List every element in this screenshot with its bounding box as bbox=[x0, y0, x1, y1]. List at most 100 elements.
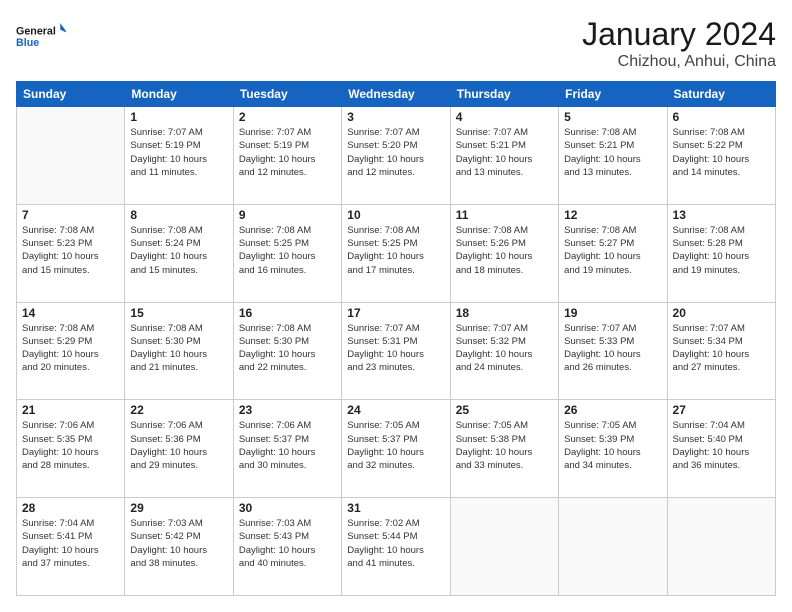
logo-svg: General Blue bbox=[16, 16, 66, 56]
day-info: Sunrise: 7:06 AMSunset: 5:37 PMDaylight:… bbox=[239, 419, 336, 472]
day-number: 16 bbox=[239, 306, 336, 320]
day-number: 27 bbox=[673, 403, 770, 417]
day-cell: 21 Sunrise: 7:06 AMSunset: 5:35 PMDayligh… bbox=[17, 400, 125, 498]
day-cell: 9Sunrise: 7:08 AMSunset: 5:25 PMDaylight… bbox=[233, 204, 341, 302]
week-row-3: 14 Sunrise: 7:08 AMSunset: 5:29 PMDayligh… bbox=[17, 302, 776, 400]
day-cell: 3 Sunrise: 7:07 AMSunset: 5:20 PMDaylight… bbox=[342, 107, 450, 205]
day-info: Sunrise: 7:03 AMSunset: 5:42 PMDaylight:… bbox=[130, 517, 227, 570]
day-number: 30 bbox=[239, 501, 336, 515]
day-number: 20 bbox=[673, 306, 770, 320]
day-cell: 26 Sunrise: 7:05 AMSunset: 5:39 PMDayligh… bbox=[559, 400, 667, 498]
day-cell: 4Sunrise: 7:07 AMSunset: 5:21 PMDaylight… bbox=[450, 107, 558, 205]
day-info: Sunrise: 7:08 AMSunset: 5:28 PMDaylight:… bbox=[673, 224, 770, 277]
day-info: Sunrise: 7:07 AMSunset: 5:21 PMDaylight:… bbox=[456, 126, 553, 179]
day-info: Sunrise: 7:06 AMSunset: 5:35 PMDaylight:… bbox=[22, 419, 119, 472]
calendar-table: SundayMondayTuesdayWednesdayThursdayFrid… bbox=[16, 81, 776, 596]
day-info: Sunrise: 7:08 AMSunset: 5:26 PMDaylight:… bbox=[456, 224, 553, 277]
day-number: 25 bbox=[456, 403, 553, 417]
day-number: 7 bbox=[22, 208, 119, 222]
day-number: 17 bbox=[347, 306, 444, 320]
logo-blue: Blue bbox=[16, 37, 39, 49]
calendar-body: 1 Sunrise: 7:07 AMSunset: 5:19 PMDaylight… bbox=[17, 107, 776, 596]
week-row-2: 7 Sunrise: 7:08 AMSunset: 5:23 PMDaylight… bbox=[17, 204, 776, 302]
day-info: Sunrise: 7:05 AMSunset: 5:38 PMDaylight:… bbox=[456, 419, 553, 472]
calendar-header-row: SundayMondayTuesdayWednesdayThursdayFrid… bbox=[17, 82, 776, 107]
col-header-sunday: Sunday bbox=[17, 82, 125, 107]
day-number: 31 bbox=[347, 501, 444, 515]
day-info: Sunrise: 7:08 AMSunset: 5:30 PMDaylight:… bbox=[239, 322, 336, 375]
day-cell: 8Sunrise: 7:08 AMSunset: 5:24 PMDaylight… bbox=[125, 204, 233, 302]
day-info: Sunrise: 7:07 AMSunset: 5:19 PMDaylight:… bbox=[239, 126, 336, 179]
day-number: 19 bbox=[564, 306, 661, 320]
day-info: Sunrise: 7:08 AMSunset: 5:23 PMDaylight:… bbox=[22, 224, 119, 277]
day-number: 24 bbox=[347, 403, 444, 417]
col-header-wednesday: Wednesday bbox=[342, 82, 450, 107]
page: General Blue January 2024 Chizhou, Anhui… bbox=[0, 0, 792, 612]
day-cell bbox=[17, 107, 125, 205]
calendar-subtitle: Chizhou, Anhui, China bbox=[582, 53, 776, 71]
day-cell: 13 Sunrise: 7:08 AMSunset: 5:28 PMDayligh… bbox=[667, 204, 775, 302]
day-number: 15 bbox=[130, 306, 227, 320]
header: General Blue January 2024 Chizhou, Anhui… bbox=[16, 16, 776, 71]
day-info: Sunrise: 7:04 AMSunset: 5:40 PMDaylight:… bbox=[673, 419, 770, 472]
day-info: Sunrise: 7:08 AMSunset: 5:25 PMDaylight:… bbox=[347, 224, 444, 277]
day-info: Sunrise: 7:07 AMSunset: 5:34 PMDaylight:… bbox=[673, 322, 770, 375]
day-number: 22 bbox=[130, 403, 227, 417]
day-info: Sunrise: 7:08 AMSunset: 5:29 PMDaylight:… bbox=[22, 322, 119, 375]
day-info: Sunrise: 7:07 AMSunset: 5:32 PMDaylight:… bbox=[456, 322, 553, 375]
day-number: 11 bbox=[456, 208, 553, 222]
day-number: 10 bbox=[347, 208, 444, 222]
day-cell: 7 Sunrise: 7:08 AMSunset: 5:23 PMDaylight… bbox=[17, 204, 125, 302]
day-number: 29 bbox=[130, 501, 227, 515]
day-info: Sunrise: 7:05 AMSunset: 5:39 PMDaylight:… bbox=[564, 419, 661, 472]
day-number: 5 bbox=[564, 110, 661, 124]
day-info: Sunrise: 7:07 AMSunset: 5:33 PMDaylight:… bbox=[564, 322, 661, 375]
col-header-friday: Friday bbox=[559, 82, 667, 107]
logo-arrow bbox=[60, 23, 66, 33]
col-header-monday: Monday bbox=[125, 82, 233, 107]
day-info: Sunrise: 7:04 AMSunset: 5:41 PMDaylight:… bbox=[22, 517, 119, 570]
day-cell: 31 Sunrise: 7:02 AMSunset: 5:44 PMDayligh… bbox=[342, 498, 450, 596]
title-block: January 2024 Chizhou, Anhui, China bbox=[582, 16, 776, 71]
day-info: Sunrise: 7:02 AMSunset: 5:44 PMDaylight:… bbox=[347, 517, 444, 570]
day-number: 6 bbox=[673, 110, 770, 124]
day-info: Sunrise: 7:07 AMSunset: 5:20 PMDaylight:… bbox=[347, 126, 444, 179]
week-row-1: 1 Sunrise: 7:07 AMSunset: 5:19 PMDaylight… bbox=[17, 107, 776, 205]
week-row-4: 21 Sunrise: 7:06 AMSunset: 5:35 PMDayligh… bbox=[17, 400, 776, 498]
day-info: Sunrise: 7:07 AMSunset: 5:19 PMDaylight:… bbox=[130, 126, 227, 179]
day-cell: 25 Sunrise: 7:05 AMSunset: 5:38 PMDayligh… bbox=[450, 400, 558, 498]
day-number: 23 bbox=[239, 403, 336, 417]
day-info: Sunrise: 7:08 AMSunset: 5:30 PMDaylight:… bbox=[130, 322, 227, 375]
day-cell: 1 Sunrise: 7:07 AMSunset: 5:19 PMDaylight… bbox=[125, 107, 233, 205]
day-number: 12 bbox=[564, 208, 661, 222]
day-number: 3 bbox=[347, 110, 444, 124]
logo-general: General bbox=[16, 26, 56, 38]
week-row-5: 28 Sunrise: 7:04 AMSunset: 5:41 PMDayligh… bbox=[17, 498, 776, 596]
day-number: 1 bbox=[130, 110, 227, 124]
day-cell: 27 Sunrise: 7:04 AMSunset: 5:40 PMDayligh… bbox=[667, 400, 775, 498]
col-header-thursday: Thursday bbox=[450, 82, 558, 107]
calendar-title: January 2024 bbox=[582, 16, 776, 53]
day-number: 9 bbox=[239, 208, 336, 222]
day-number: 8 bbox=[130, 208, 227, 222]
day-number: 13 bbox=[673, 208, 770, 222]
day-info: Sunrise: 7:05 AMSunset: 5:37 PMDaylight:… bbox=[347, 419, 444, 472]
day-cell: 22Sunrise: 7:06 AMSunset: 5:36 PMDayligh… bbox=[125, 400, 233, 498]
day-info: Sunrise: 7:07 AMSunset: 5:31 PMDaylight:… bbox=[347, 322, 444, 375]
day-number: 14 bbox=[22, 306, 119, 320]
day-number: 18 bbox=[456, 306, 553, 320]
day-cell: 14 Sunrise: 7:08 AMSunset: 5:29 PMDayligh… bbox=[17, 302, 125, 400]
day-cell: 2Sunrise: 7:07 AMSunset: 5:19 PMDaylight… bbox=[233, 107, 341, 205]
logo: General Blue bbox=[16, 16, 66, 56]
day-cell: 24 Sunrise: 7:05 AMSunset: 5:37 PMDayligh… bbox=[342, 400, 450, 498]
day-cell: 18 Sunrise: 7:07 AMSunset: 5:32 PMDayligh… bbox=[450, 302, 558, 400]
day-cell: 10 Sunrise: 7:08 AMSunset: 5:25 PMDayligh… bbox=[342, 204, 450, 302]
day-info: Sunrise: 7:08 AMSunset: 5:22 PMDaylight:… bbox=[673, 126, 770, 179]
day-number: 28 bbox=[22, 501, 119, 515]
day-cell: 23 Sunrise: 7:06 AMSunset: 5:37 PMDayligh… bbox=[233, 400, 341, 498]
day-number: 21 bbox=[22, 403, 119, 417]
day-cell: 5Sunrise: 7:08 AMSunset: 5:21 PMDaylight… bbox=[559, 107, 667, 205]
col-header-tuesday: Tuesday bbox=[233, 82, 341, 107]
day-cell bbox=[667, 498, 775, 596]
day-number: 26 bbox=[564, 403, 661, 417]
